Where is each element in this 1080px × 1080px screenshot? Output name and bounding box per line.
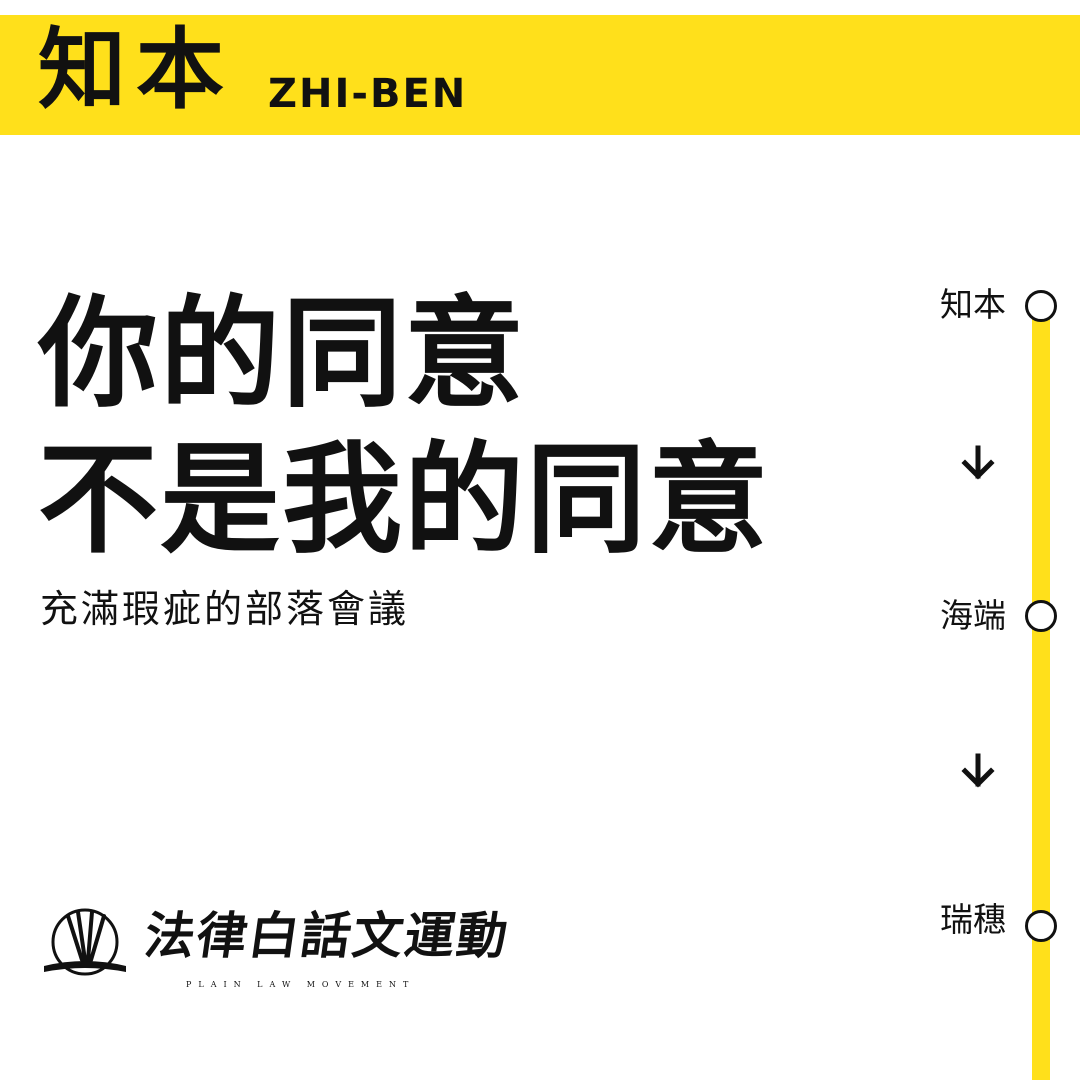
station-circle-icon (1025, 910, 1057, 942)
station-label-zhiben: 知本 (940, 285, 1006, 324)
brand-name-cn: 知本 (38, 18, 235, 121)
station-circle-icon (1025, 600, 1057, 632)
headline-line-1: 你的同意 (38, 285, 526, 424)
subtitle: 充滿瑕疵的部落會議 (40, 587, 410, 631)
arrow-down-icon (961, 753, 995, 788)
headline: 你的同意 不是我的同意 (38, 282, 770, 574)
station-label-ruisui: 瑞穗 (940, 900, 1006, 939)
station-label-haiduan: 海端 (940, 596, 1006, 635)
arrow-down-icon (961, 445, 995, 480)
brand-name-en: ZHI-BEN (268, 71, 468, 117)
headline-line-2: 不是我的同意 (38, 431, 770, 570)
logo-emblem-icon (44, 908, 126, 976)
station-circle-icon (1025, 290, 1057, 322)
logo-name-cn: 法律白話文運動 (140, 906, 514, 965)
logo-name-en: PLAIN LAW MOVEMENT (186, 980, 416, 989)
route-line (1032, 310, 1050, 1080)
